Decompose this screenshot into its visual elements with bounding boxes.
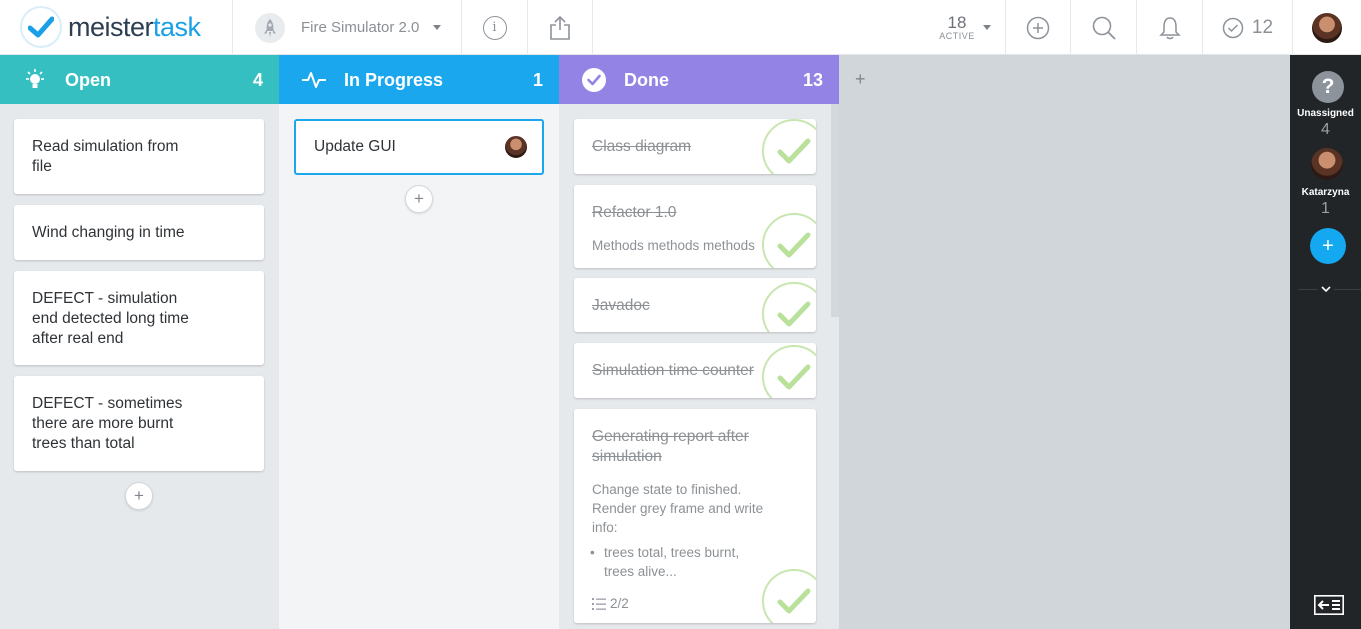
active-count: 18 [947, 13, 967, 32]
column-in-progress: In Progress 1 Update GUI + [279, 55, 559, 629]
task-title: DEFECT - simulation end detected long ti… [32, 290, 189, 347]
unassigned-icon[interactable]: ? [1312, 71, 1344, 103]
task-title: Update GUI [314, 138, 396, 155]
task-card[interactable]: Refactor 1.0 Methods methods methods [574, 185, 816, 268]
task-title: Class diagram [592, 138, 692, 155]
project-info-button[interactable]: i [461, 0, 527, 55]
column-open: Open 4 Read simulation from file Wind ch… [0, 55, 279, 629]
column-header-done[interactable]: Done 13 [559, 55, 839, 104]
task-card[interactable]: DEFECT - sometimes there are more burnt … [14, 376, 264, 471]
unassigned-label: Unassigned [1297, 108, 1354, 119]
task-title: Javadoc [592, 297, 650, 314]
column-body: Read simulation from file Wind changing … [0, 104, 279, 629]
my-tasks-count: 12 [1251, 16, 1274, 38]
project-name: Fire Simulator 2.0 [301, 19, 420, 36]
column-title: Done [624, 70, 669, 90]
task-title: Wind changing in time [32, 224, 185, 241]
logo-text: meistertask [68, 11, 201, 42]
column-count: 4 [252, 70, 263, 90]
task-description: Methods methods methods [592, 238, 755, 253]
my-tasks-button[interactable]: 12 [1202, 0, 1292, 55]
top-bar: meistertask Fire Simulator 2.0 i 18 ACTI… [0, 0, 1361, 55]
task-title: Generating report after simulation [592, 428, 749, 465]
task-title: Simulation time counter [592, 362, 754, 379]
board-empty-area: + [839, 55, 1290, 629]
column-done: Done 13 Class diagram Refactor 1.0 Metho… [559, 55, 839, 629]
checklist-badge: 2/2 [592, 596, 629, 611]
done-check-icon [762, 282, 816, 332]
chevron-down-icon [433, 25, 442, 30]
expand-chevron-icon[interactable] [1318, 281, 1334, 297]
column-header-in-progress[interactable]: In Progress 1 [279, 55, 559, 104]
scrollbar[interactable] [831, 104, 839, 317]
check-circle-icon [1222, 17, 1244, 38]
logo-check-icon [20, 6, 62, 48]
task-description-bullets: • trees total, trees burnt, trees alive.… [590, 545, 740, 579]
avatar [1310, 10, 1344, 45]
user-count: 1 [1321, 200, 1330, 217]
unassigned-count: 4 [1321, 121, 1330, 138]
task-card[interactable]: Javadoc [574, 278, 816, 332]
column-count: 1 [532, 70, 543, 90]
collapse-sidebar-icon[interactable] [1314, 595, 1344, 615]
add-assignee-button[interactable]: + [1310, 228, 1346, 264]
task-card[interactable]: Class diagram [574, 119, 816, 174]
user-menu[interactable] [1292, 0, 1361, 55]
chevron-down-icon [982, 25, 991, 30]
search-icon [1092, 16, 1116, 40]
share-icon [550, 15, 570, 40]
column-header-open[interactable]: Open 4 [0, 55, 279, 104]
info-icon: i [482, 15, 507, 40]
done-check-icon [762, 213, 816, 268]
assignee-avatar[interactable] [504, 135, 528, 159]
task-title: DEFECT - sometimes there are more burnt … [32, 395, 183, 452]
user-avatar[interactable] [1311, 148, 1343, 180]
column-body: Update GUI + [279, 104, 559, 629]
task-title: Read simulation from file [32, 138, 179, 175]
search-button[interactable] [1070, 0, 1136, 55]
notifications-button[interactable] [1136, 0, 1202, 55]
active-label: ACTIVE [939, 31, 975, 41]
logo[interactable]: meistertask [20, 6, 201, 48]
activity-icon [301, 67, 327, 93]
checklist-count: 2/2 [610, 596, 629, 611]
lightbulb-icon [22, 67, 48, 93]
task-card[interactable]: Wind changing in time [14, 205, 264, 260]
done-check-icon [762, 119, 816, 174]
share-button[interactable] [527, 0, 593, 55]
rocket-icon [255, 12, 285, 43]
add-circle-icon [1026, 16, 1050, 39]
task-title: Refactor 1.0 [592, 204, 677, 221]
task-card[interactable]: Simulation time counter [574, 343, 816, 398]
add-button[interactable] [1005, 0, 1070, 55]
column-count: 13 [802, 70, 823, 90]
task-card[interactable]: DEFECT - simulation end detected long ti… [14, 271, 264, 365]
assignee-sidebar: ? Unassigned 4 Katarzyna 1 + [1290, 55, 1361, 629]
task-card-selected[interactable]: Update GUI [294, 119, 544, 175]
column-body: Class diagram Refactor 1.0 Methods metho… [559, 104, 839, 629]
bell-icon [1158, 16, 1181, 39]
active-filter-button[interactable]: 18 ACTIVE [925, 0, 1005, 55]
column-title: In Progress [344, 70, 444, 90]
add-task-button[interactable]: + [125, 482, 153, 510]
column-title: Open [65, 70, 112, 90]
task-description: Change state to finished. Render grey fr… [592, 482, 764, 535]
project-selector[interactable]: Fire Simulator 2.0 [232, 0, 461, 55]
check-circle-icon [581, 67, 607, 93]
add-section-button[interactable]: + [855, 69, 866, 90]
done-check-icon [762, 345, 816, 398]
task-card[interactable]: Read simulation from file [14, 119, 264, 194]
done-check-icon [762, 569, 816, 623]
checklist-icon [592, 597, 606, 610]
user-label: Katarzyna [1301, 187, 1350, 198]
task-card[interactable]: Generating report after simulation Chang… [574, 409, 816, 623]
add-task-button[interactable]: + [405, 185, 433, 213]
